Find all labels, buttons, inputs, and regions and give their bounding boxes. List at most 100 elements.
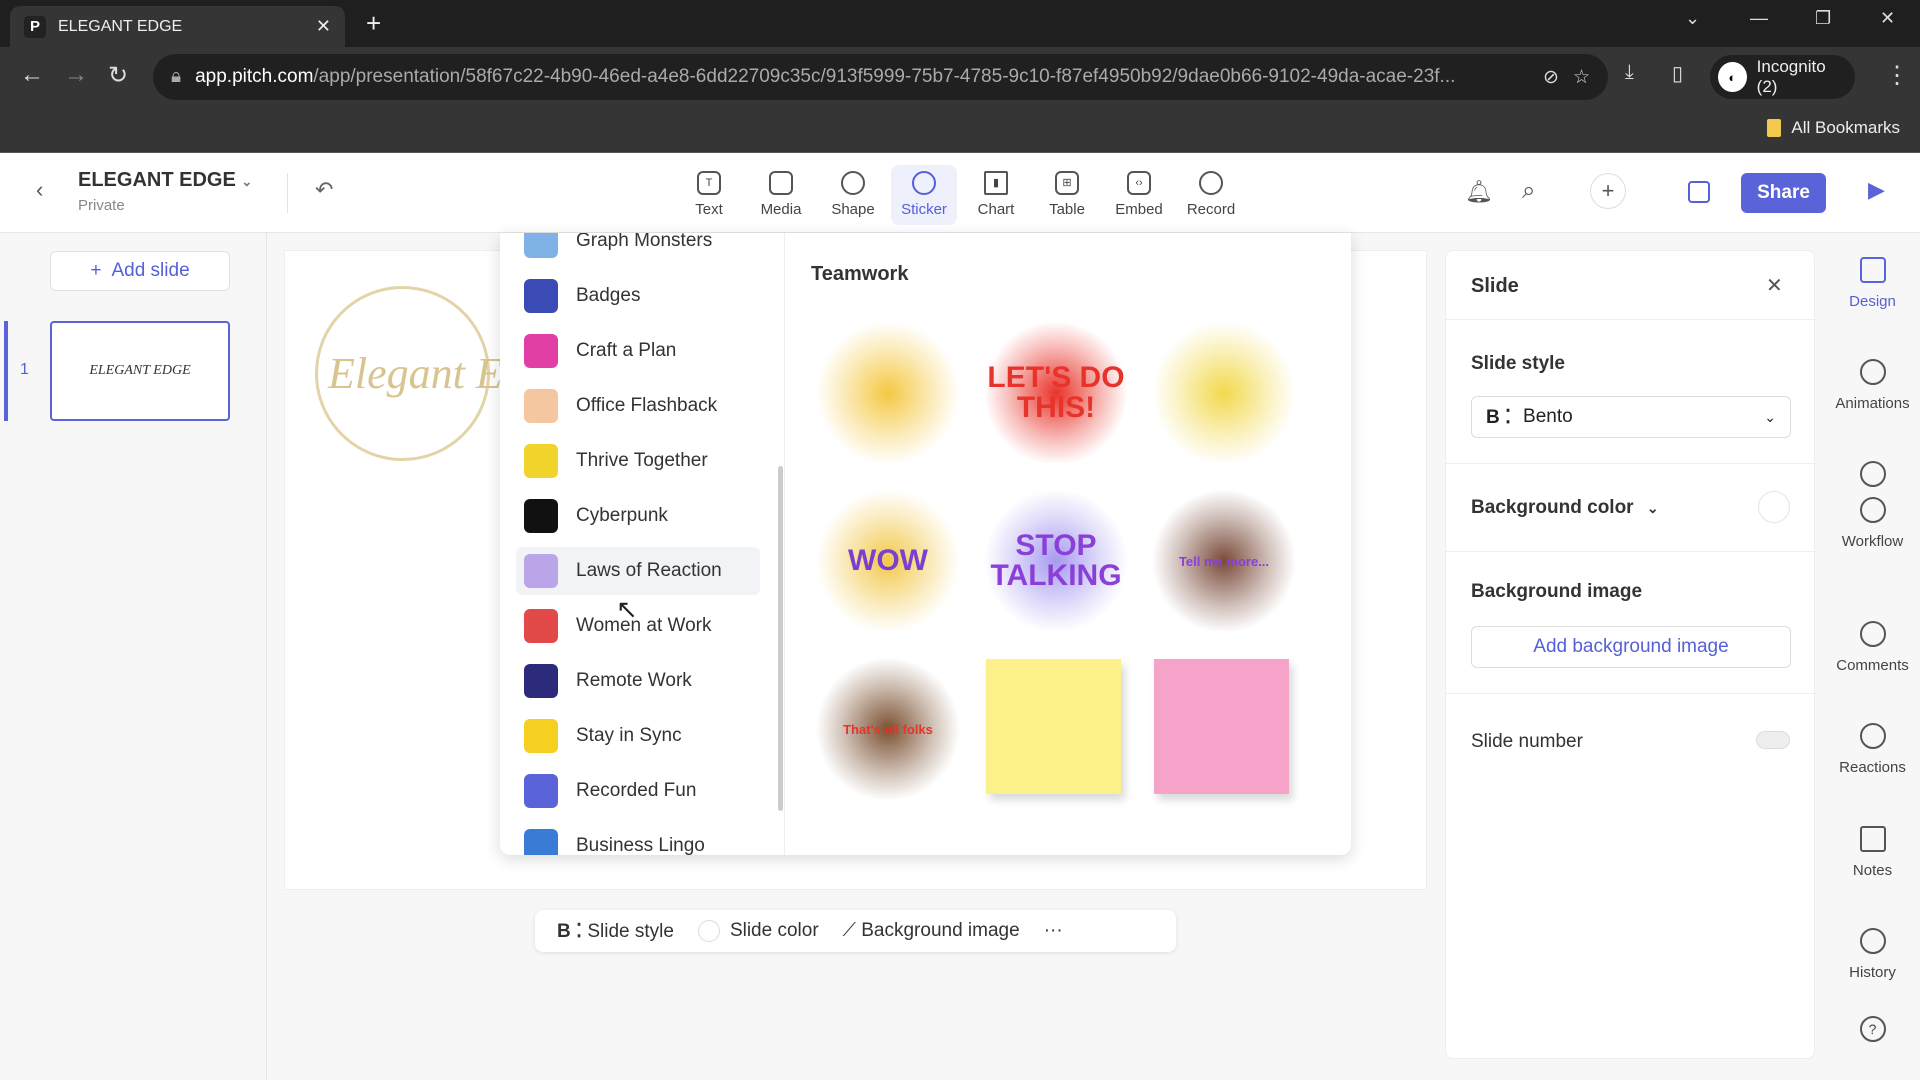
bell-icon[interactable]: 🔔︎	[1465, 179, 1493, 205]
analytics-icon[interactable]	[1688, 181, 1710, 203]
tracking-eye-icon[interactable]: ⊘	[1543, 66, 1559, 89]
sticker-item[interactable]	[986, 659, 1121, 794]
sticker-text: Tell me more...	[1178, 553, 1270, 569]
slide-number-toggle[interactable]	[1756, 731, 1790, 749]
sticker-item[interactable]: That's all folks	[813, 659, 963, 799]
plus-icon: +	[90, 260, 102, 281]
sticker-item[interactable]	[813, 323, 963, 463]
sticker-item[interactable]	[1149, 323, 1299, 463]
color-swatch-icon	[697, 920, 720, 942]
tool-embed[interactable]: ‹› Embed	[1106, 171, 1172, 218]
menu-icon[interactable]: ⋮	[1885, 61, 1909, 90]
tool-label: Sticker	[901, 201, 947, 218]
rail-notes[interactable]: Notes	[1825, 826, 1920, 879]
sticker-category-item[interactable]: Remote Work	[516, 657, 760, 705]
sticker-category-list: Graph Monsters Badges Craft a Plan Office F…	[500, 233, 785, 855]
sticker-category-item[interactable]: Office Flashback	[516, 382, 760, 430]
tool-text[interactable]: T Text	[676, 171, 742, 218]
sticker-category-item[interactable]: Laws of Reaction	[516, 547, 760, 595]
add-background-image-button[interactable]: Add background image	[1471, 626, 1791, 668]
close-tab-icon[interactable]: ✕	[316, 16, 331, 37]
share-button[interactable]: Share	[1741, 173, 1826, 213]
category-thumbnail-icon	[524, 233, 558, 258]
side-panel-icon[interactable]: ▯	[1672, 61, 1683, 86]
sticker-item[interactable]: WOW	[813, 491, 963, 631]
sticker-item[interactable]: LET'S DO THIS!	[981, 323, 1131, 463]
sticker-item[interactable]: STOP TALKING	[981, 491, 1131, 631]
background-color-swatch[interactable]	[1758, 491, 1790, 523]
rail-animations[interactable]: Animations	[1825, 359, 1920, 412]
close-icon[interactable]: ✕	[1766, 273, 1783, 298]
browser-tab-strip: P ELEGANT EDGE ✕ + ⌄ — ❐ ✕	[0, 0, 1920, 47]
back-chevron-icon[interactable]: ‹	[36, 177, 43, 203]
invite-button[interactable]: +	[1590, 173, 1626, 209]
rail-label: Animations	[1835, 395, 1910, 412]
all-bookmarks[interactable]: All Bookmarks	[1767, 118, 1900, 138]
sticker-item[interactable]: Tell me more...	[1149, 491, 1299, 631]
sticker-category-item[interactable]: Craft a Plan	[516, 327, 760, 375]
rail-reactions[interactable]: Reactions	[1825, 723, 1920, 776]
chevron-down-icon[interactable]: ⌄	[241, 174, 252, 189]
sticker-category-item[interactable]: Stay in Sync	[516, 712, 760, 760]
document-title[interactable]: ELEGANT EDGE ⌄	[78, 169, 252, 192]
sticker-category-item[interactable]: Women at Work	[516, 602, 760, 650]
tool-chart[interactable]: ▮ Chart	[963, 171, 1029, 218]
sticker-category-item[interactable]: Badges	[516, 272, 760, 320]
sticker-category-item[interactable]: Recorded Fun	[516, 767, 760, 815]
bottom-slide-style[interactable]: B ⁚ Slide style	[557, 920, 674, 943]
slide-style-select[interactable]: B ⁚ Bento ⌄	[1471, 396, 1791, 438]
address-bar[interactable]: 🔒︎ app.pitch.com/app/presentation/58f67c…	[153, 54, 1608, 100]
new-tab-button[interactable]: +	[366, 8, 381, 39]
elegant-edge-logo[interactable]: Elegant Ed	[315, 286, 525, 461]
help-button[interactable]: ?	[1825, 1016, 1920, 1052]
browser-tab[interactable]: P ELEGANT EDGE ✕	[10, 6, 345, 47]
back-icon[interactable]: ←	[20, 61, 44, 89]
rail-label: Design	[1849, 293, 1896, 310]
rail-workflow[interactable]: Workflow	[1825, 461, 1920, 550]
restore-icon[interactable]: ❐	[1815, 8, 1831, 29]
bookmark-star-icon[interactable]: ☆	[1573, 66, 1590, 89]
forward-icon[interactable]: →	[64, 61, 88, 89]
tool-media[interactable]: Media	[748, 171, 814, 218]
tool-sticker[interactable]: Sticker	[891, 165, 957, 225]
slide-thumbnail[interactable]: ELEGANT EDGE	[50, 321, 230, 421]
divider	[1446, 693, 1816, 694]
undo-icon[interactable]: ↶	[315, 177, 333, 203]
tab-search-icon[interactable]: ⌄	[1685, 8, 1700, 29]
slide-list-sidebar: + Add slide 1 ELEGANT EDGE	[0, 233, 267, 1080]
sticker-text: LET'S DO THIS!	[987, 361, 1125, 424]
rail-design[interactable]: Design	[1825, 257, 1920, 310]
sticker-category-item[interactable]: Business Lingo	[516, 822, 760, 855]
reload-icon[interactable]: ↻	[108, 61, 128, 90]
bottom-slide-color[interactable]: Slide color	[697, 920, 819, 942]
tool-record[interactable]: Record	[1178, 171, 1244, 218]
play-icon[interactable]: ▶	[1868, 177, 1885, 203]
search-icon[interactable]: ⌕	[1522, 177, 1535, 205]
app-toolbar: ‹ ELEGANT EDGE ⌄ Private ↶ T Text Media S…	[0, 153, 1920, 233]
bottom-background-image[interactable]: ⟋ Background image	[843, 920, 1020, 942]
tool-table[interactable]: ⊞ Table	[1034, 171, 1100, 218]
sticker-item[interactable]	[1154, 659, 1289, 794]
close-window-icon[interactable]: ✕	[1880, 8, 1895, 29]
profile-button[interactable]: ◐ Incognito (2)	[1710, 55, 1855, 99]
animations-icon	[1859, 359, 1886, 385]
background-color-toggle[interactable]: Background color ⌄	[1471, 497, 1659, 519]
divider	[1446, 551, 1816, 552]
slide-bottom-bar: B ⁚ Slide style Slide color ⟋ Background…	[535, 910, 1176, 952]
more-options-button[interactable]: ···	[1044, 920, 1063, 942]
category-thumbnail-icon	[524, 774, 558, 808]
add-slide-button[interactable]: + Add slide	[50, 251, 230, 291]
sticker-category-item[interactable]: Thrive Together	[516, 437, 760, 485]
rail-history[interactable]: History	[1825, 928, 1920, 981]
slide-color-text: Slide color	[729, 920, 819, 941]
minimize-icon[interactable]: —	[1750, 8, 1768, 29]
sticker-category-item[interactable]: Graph Monsters	[516, 233, 760, 265]
chart-icon: ▮	[984, 171, 1008, 195]
chevron-down-icon: ⌄	[1764, 408, 1776, 425]
rail-comments[interactable]: Comments	[1825, 621, 1920, 674]
download-icon[interactable]: ⤓	[1625, 61, 1634, 84]
category-thumbnail-icon	[524, 389, 558, 423]
scrollbar[interactable]	[778, 466, 783, 811]
sticker-category-item[interactable]: Cyberpunk	[516, 492, 760, 540]
tool-shape[interactable]: Shape	[820, 171, 886, 218]
